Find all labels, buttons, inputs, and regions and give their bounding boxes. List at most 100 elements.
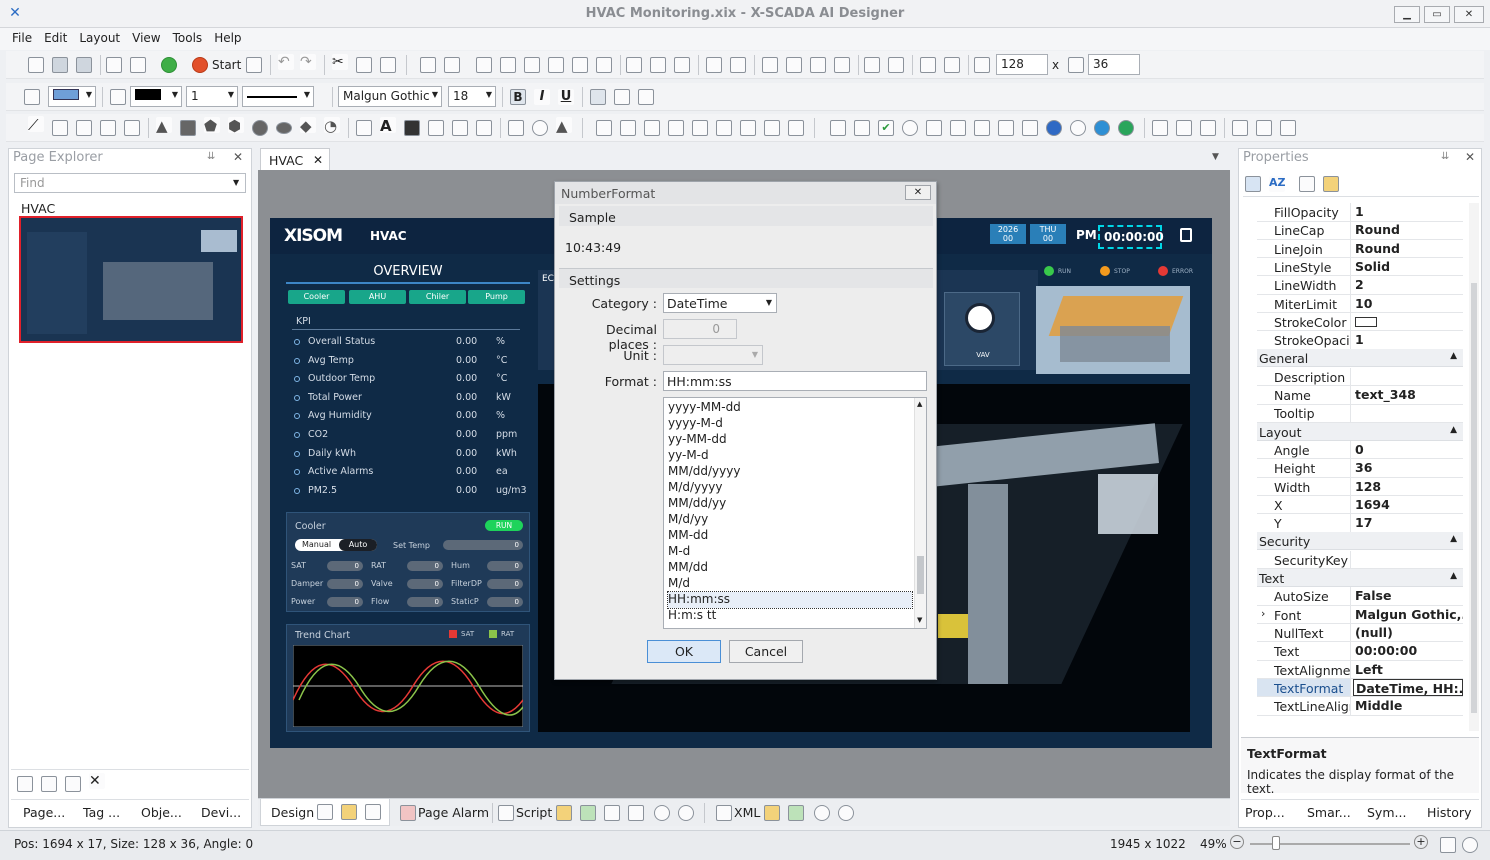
- format-option[interactable]: M-d: [668, 544, 912, 560]
- tree-tool-icon[interactable]: [950, 120, 966, 136]
- checkbox-tool-icon[interactable]: ✔: [878, 120, 894, 136]
- grid-tool-icon[interactable]: [404, 120, 420, 136]
- menu-file[interactable]: File: [6, 28, 38, 45]
- property-row[interactable]: FontMalgun Gothic,... ›: [1257, 605, 1463, 625]
- property-row[interactable]: SecurityKey: [1257, 550, 1463, 570]
- frame-tool-icon[interactable]: [974, 120, 990, 136]
- pin-icon[interactable]: ⇊: [207, 151, 215, 162]
- same-width-icon[interactable]: [626, 57, 642, 73]
- tab-xml[interactable]: XML: [734, 805, 760, 820]
- cut-icon[interactable]: ✂: [332, 54, 348, 70]
- property-row[interactable]: Text 00:00:00: [1257, 642, 1463, 661]
- vav-tile[interactable]: VAV: [944, 292, 1020, 366]
- send-backward-icon[interactable]: [810, 57, 826, 73]
- control-6-icon[interactable]: [716, 120, 732, 136]
- property-value[interactable]: 2: [1353, 276, 1463, 294]
- group-icon[interactable]: [420, 57, 436, 73]
- fill-bucket-icon[interactable]: [24, 89, 40, 105]
- time-text-selected[interactable]: 00:00:00: [1098, 225, 1164, 249]
- font-size-select[interactable]: 18 ▼: [448, 86, 496, 107]
- underline-button[interactable]: U: [558, 89, 574, 105]
- control-4-icon[interactable]: [668, 120, 684, 136]
- ungroup-icon[interactable]: [444, 57, 460, 73]
- tab-symbol[interactable]: Sym...: [1367, 805, 1406, 820]
- polyline-tool-icon[interactable]: [52, 120, 68, 136]
- property-category[interactable]: Layout ▲: [1257, 422, 1463, 441]
- pen-icon[interactable]: [110, 89, 126, 105]
- start-label[interactable]: Start: [212, 58, 241, 72]
- line-tool-icon[interactable]: ⟋: [28, 116, 44, 134]
- property-category[interactable]: Text ▲: [1257, 569, 1463, 587]
- cooler-field-value[interactable]: 0: [487, 561, 523, 571]
- format-option[interactable]: MM/dd: [668, 560, 912, 576]
- property-row[interactable]: TextLineAlign Middle: [1257, 697, 1463, 716]
- property-value[interactable]: 10: [1353, 295, 1463, 313]
- property-value[interactable]: text_348: [1353, 386, 1463, 404]
- ok-button[interactable]: OK: [647, 640, 721, 663]
- doc-tab-close-icon[interactable]: ✕: [313, 153, 323, 167]
- page-image-icon[interactable]: [17, 776, 33, 792]
- pentagon-tool-icon[interactable]: ⬟: [204, 117, 220, 135]
- categorized-icon[interactable]: [1245, 176, 1261, 192]
- format-option[interactable]: yyyy-M-d: [668, 416, 912, 432]
- properties-pin-icon[interactable]: ⇊: [1441, 151, 1449, 162]
- format-option[interactable]: yy-M-d: [668, 448, 912, 464]
- format-option[interactable]: M/d: [668, 576, 912, 592]
- find-input[interactable]: Find: [14, 173, 246, 193]
- script-view-icon[interactable]: [604, 805, 620, 821]
- line-style-select[interactable]: ▼: [242, 86, 314, 107]
- format-list-scrollbar[interactable]: ▲ ▼: [914, 398, 926, 628]
- cooler-field-value[interactable]: 0: [487, 579, 523, 589]
- pipe-tool-icon[interactable]: [508, 120, 524, 136]
- sort-az-icon[interactable]: AZ: [1269, 176, 1286, 192]
- control-9-icon[interactable]: [788, 120, 804, 136]
- property-row[interactable]: Description: [1257, 367, 1463, 387]
- cooler-button[interactable]: Cooler: [288, 290, 345, 304]
- property-value[interactable]: 0: [1353, 441, 1463, 459]
- align-top-icon[interactable]: [548, 57, 564, 73]
- property-value[interactable]: Solid: [1353, 258, 1463, 276]
- menu-view[interactable]: View: [126, 28, 166, 45]
- property-category[interactable]: General ▲: [1257, 349, 1463, 368]
- tab-tag[interactable]: Tag ...: [83, 805, 120, 820]
- ellipse-tool-icon[interactable]: [276, 122, 292, 134]
- manual-auto-toggle[interactable]: Manual Auto: [295, 539, 377, 551]
- format-option[interactable]: HH:mm:ss: [667, 591, 913, 609]
- cancel-button[interactable]: Cancel: [729, 640, 803, 663]
- xml-export-icon[interactable]: [788, 805, 804, 821]
- collapse-icon[interactable]: ▲: [1450, 351, 1457, 361]
- xml-icon[interactable]: [716, 805, 732, 821]
- decimal-stepper[interactable]: 0: [663, 319, 737, 339]
- hexagon-tool-icon[interactable]: ⬢: [228, 117, 244, 135]
- property-value[interactable]: 17: [1353, 514, 1463, 532]
- textbox-tool-icon[interactable]: [830, 120, 846, 136]
- shield-tool-icon[interactable]: [1046, 120, 1062, 136]
- collapse-icon[interactable]: ▲: [1450, 534, 1457, 544]
- format-list-scroll-thumb[interactable]: [917, 556, 924, 594]
- polygon-tool-icon[interactable]: [76, 120, 92, 136]
- property-value[interactable]: 1694: [1353, 496, 1463, 514]
- zoom-out-icon[interactable]: [678, 805, 694, 821]
- scroll-up-icon[interactable]: ▲: [917, 400, 922, 408]
- cooler-field-value[interactable]: 0: [327, 579, 363, 589]
- design-image-icon[interactable]: [365, 804, 381, 820]
- gauge-tool-icon[interactable]: [532, 120, 548, 136]
- triangle-tool-icon[interactable]: ▲: [156, 117, 172, 135]
- align-center-icon[interactable]: [500, 57, 516, 73]
- property-value[interactable]: DateTime, HH:...: [1353, 678, 1463, 697]
- tab-properties[interactable]: Prop...: [1245, 805, 1285, 820]
- same-height-icon[interactable]: [650, 57, 666, 73]
- property-row[interactable]: Tooltip: [1257, 404, 1463, 423]
- text-tool-icon[interactable]: A: [380, 117, 396, 135]
- zoom-slider-thumb[interactable]: [1272, 836, 1280, 850]
- maximize-button[interactable]: ▭: [1424, 6, 1450, 23]
- property-value[interactable]: [1353, 404, 1463, 422]
- new-page-icon[interactable]: [41, 776, 57, 792]
- property-value[interactable]: 36: [1353, 459, 1463, 477]
- align-middle-icon[interactable]: [572, 57, 588, 73]
- align-bottom-icon[interactable]: [596, 57, 612, 73]
- format-option[interactable]: M/d/yyyy: [668, 480, 912, 496]
- pump-button[interactable]: Pump: [468, 290, 525, 304]
- format-option[interactable]: H:m:s tt: [668, 608, 912, 624]
- tab-history[interactable]: History: [1427, 805, 1471, 820]
